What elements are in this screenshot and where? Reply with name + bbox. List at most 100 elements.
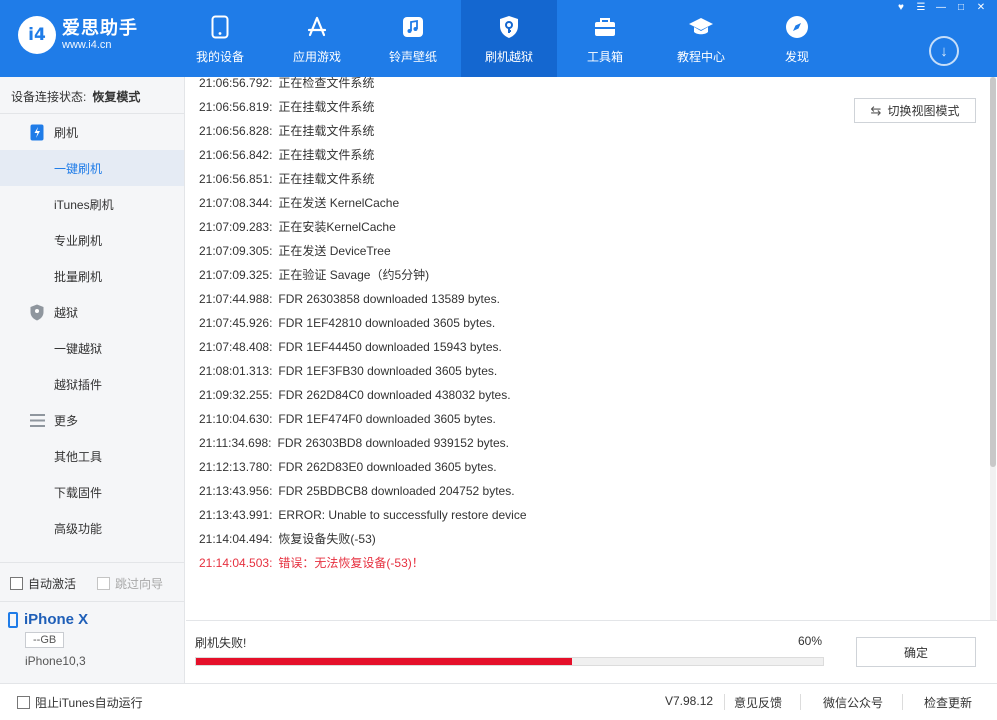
sidebar-group-more[interactable]: 更多 xyxy=(0,402,184,438)
nav-discover[interactable]: 发现 xyxy=(749,0,845,77)
log-line: 21:07:09.325: 正在验证 Savage（约5分钟) xyxy=(199,266,429,284)
switch-view-mode-button[interactable]: ⇆ 切换视图模式 xyxy=(854,98,976,123)
sidebar-item-batch-flash[interactable]: 批量刷机 xyxy=(0,258,184,294)
sidebar-item-advanced-features[interactable]: 高级功能 xyxy=(0,510,184,546)
divider xyxy=(0,562,184,563)
app-url: www.i4.cn xyxy=(62,39,112,51)
log-timestamp: 21:12:13.780: xyxy=(199,460,273,474)
feedback-link[interactable]: 意见反馈 xyxy=(734,694,782,711)
log-line: 21:11:34.698: FDR 26303BD8 downloaded 939… xyxy=(199,434,509,452)
nav-tutorial-center[interactable]: 教程中心 xyxy=(653,0,749,77)
log-line: 21:08:01.313: FDR 1EF3FB30 downloaded 360… xyxy=(199,362,497,380)
progress-bar xyxy=(195,657,824,666)
checkbox-box[interactable] xyxy=(97,577,110,590)
auto-activate-checkbox[interactable]: 自动激活 xyxy=(10,575,76,592)
log-line: 21:13:43.956: FDR 25BDBCB8 downloaded 204… xyxy=(199,482,515,500)
shirt-icon[interactable]: ♥ xyxy=(891,0,911,14)
sidebar-item-download-firmware[interactable]: 下载固件 xyxy=(0,474,184,510)
log-message: 错误：无法恢复设备(-53)！ xyxy=(278,556,424,570)
log-line: 21:07:45.926: FDR 1EF42810 downloaded 360… xyxy=(199,314,495,332)
log-line: 21:07:09.283: 正在安装KernelCache xyxy=(199,218,396,236)
log-timestamp: 21:07:09.325: xyxy=(199,268,273,282)
nav-toolbox[interactable]: 工具箱 xyxy=(557,0,653,77)
log-message: FDR 1EF474F0 downloaded 3605 bytes. xyxy=(278,412,496,426)
checkbox-box[interactable] xyxy=(17,696,30,709)
log-scrollbar[interactable] xyxy=(990,77,996,620)
log-timestamp: 21:06:56.819: xyxy=(199,100,273,114)
sidebar-group-jailbreak[interactable]: 越狱 xyxy=(0,294,184,330)
sidebar-item-other-tools[interactable]: 其他工具 xyxy=(0,438,184,474)
log-timestamp: 21:14:04.494: xyxy=(199,532,273,546)
arrow-down-icon: ↓ xyxy=(940,42,948,60)
log-timestamp: 21:07:09.305: xyxy=(199,244,273,258)
nav-apps-games[interactable]: 应用游戏 xyxy=(269,0,365,77)
list-icon xyxy=(28,411,46,429)
phone-icon xyxy=(8,611,18,628)
minimize-icon[interactable]: — xyxy=(931,0,951,14)
compass-icon xyxy=(782,12,812,42)
log-message: 正在挂载文件系统 xyxy=(278,172,375,186)
log-message: 正在挂载文件系统 xyxy=(278,100,375,114)
log-message: 正在检查文件系统 xyxy=(278,77,375,90)
nav-my-device[interactable]: 我的设备 xyxy=(172,0,268,77)
log-timestamp: 21:08:01.313: xyxy=(199,364,273,378)
checkbox-box[interactable] xyxy=(10,577,23,590)
device-icon xyxy=(205,12,235,42)
log-message: 正在挂载文件系统 xyxy=(278,124,375,138)
log-line: 21:10:04.630: FDR 1EF474F0 downloaded 360… xyxy=(199,410,496,428)
sidebar-item-jailbreak-plugins[interactable]: 越狱插件 xyxy=(0,366,184,402)
graduation-cap-icon xyxy=(686,12,716,42)
device-capacity: --GB xyxy=(25,632,65,648)
logo-badge: i4 xyxy=(18,16,56,54)
log-line: 21:07:44.988: FDR 26303858 downloaded 135… xyxy=(199,290,500,308)
sidebar-item-itunes-flash[interactable]: iTunes刷机 xyxy=(0,186,184,222)
log-message: FDR 1EF42810 downloaded 3605 bytes. xyxy=(278,316,496,330)
log-line: 21:12:13.780: FDR 262D83E0 downloaded 360… xyxy=(199,458,497,476)
flash-status-panel: 刷机失败! 60% 确定 xyxy=(186,620,997,683)
close-icon[interactable]: ✕ xyxy=(971,0,991,14)
menu-icon[interactable]: ☰ xyxy=(911,0,931,14)
scrollbar-thumb[interactable] xyxy=(990,77,996,467)
separator xyxy=(902,694,903,710)
connection-mode: 恢复模式 xyxy=(92,90,141,104)
nav-flash-jailbreak[interactable]: 刷机越狱 xyxy=(461,0,557,77)
log-message: FDR 1EF3FB30 downloaded 3605 bytes. xyxy=(278,364,498,378)
log-line: 21:09:32.255: FDR 262D84C0 downloaded 438… xyxy=(199,386,511,404)
status-text: 刷机失败! xyxy=(195,636,247,650)
swap-arrows-icon: ⇆ xyxy=(870,102,882,118)
flash-phone-icon xyxy=(28,123,46,141)
log-timestamp: 21:06:56.792: xyxy=(199,77,273,90)
sidebar-group-flash[interactable]: 刷机 xyxy=(0,114,184,150)
log-message: 恢复设备失败(-53) xyxy=(278,532,376,546)
download-manager-button[interactable]: ↓ xyxy=(929,36,959,66)
nav-ringtones-wallpapers[interactable]: 铃声壁纸 xyxy=(365,0,461,77)
app-logo: i4 爱思助手 www.i4.cn xyxy=(18,16,138,54)
sidebar-item-pro-flash[interactable]: 专业刷机 xyxy=(0,222,184,258)
sidebar-item-one-click-jailbreak[interactable]: 一键越狱 xyxy=(0,330,184,366)
log-timestamp: 21:13:43.991: xyxy=(199,508,273,522)
maximize-icon[interactable]: □ xyxy=(951,0,971,14)
log-message: FDR 262D83E0 downloaded 3605 bytes. xyxy=(278,460,497,474)
log-timestamp: 21:13:43.956: xyxy=(199,484,273,498)
window-controls: ♥ ☰ — □ ✕ xyxy=(891,0,991,14)
app-name: 爱思助手 xyxy=(62,18,138,38)
progress-percent: 60% xyxy=(798,634,823,648)
sidebar: 设备连接状态: 恢复模式 刷机 一键刷机 iTunes刷机 专业刷机 批量刷机 越… xyxy=(0,77,185,683)
toolbox-icon xyxy=(590,12,620,42)
log-timestamp: 21:09:32.255: xyxy=(199,388,273,402)
log-message: FDR 26303858 downloaded 13589 bytes. xyxy=(278,292,500,306)
check-update-link[interactable]: 检查更新 xyxy=(924,694,972,711)
log-message: ERROR: Unable to successfully restore de… xyxy=(278,508,527,522)
log-message: 正在安装KernelCache xyxy=(278,220,396,234)
block-itunes-checkbox[interactable]: 阻止iTunes自动运行 xyxy=(17,694,143,711)
log-timestamp: 21:06:56.842: xyxy=(199,148,273,162)
device-info: iPhone X --GB iPhone10,3 xyxy=(8,611,88,668)
shield-key-icon xyxy=(494,12,524,42)
log-message: 正在验证 Savage（约5分钟) xyxy=(278,268,430,282)
skip-guide-checkbox[interactable]: 跳过向导 xyxy=(97,575,163,592)
sidebar-item-one-click-flash[interactable]: 一键刷机 xyxy=(0,150,184,186)
wechat-link[interactable]: 微信公众号 xyxy=(823,694,883,711)
confirm-button[interactable]: 确定 xyxy=(856,637,976,667)
device-model: iPhone10,3 xyxy=(25,654,86,668)
separator xyxy=(724,694,725,710)
